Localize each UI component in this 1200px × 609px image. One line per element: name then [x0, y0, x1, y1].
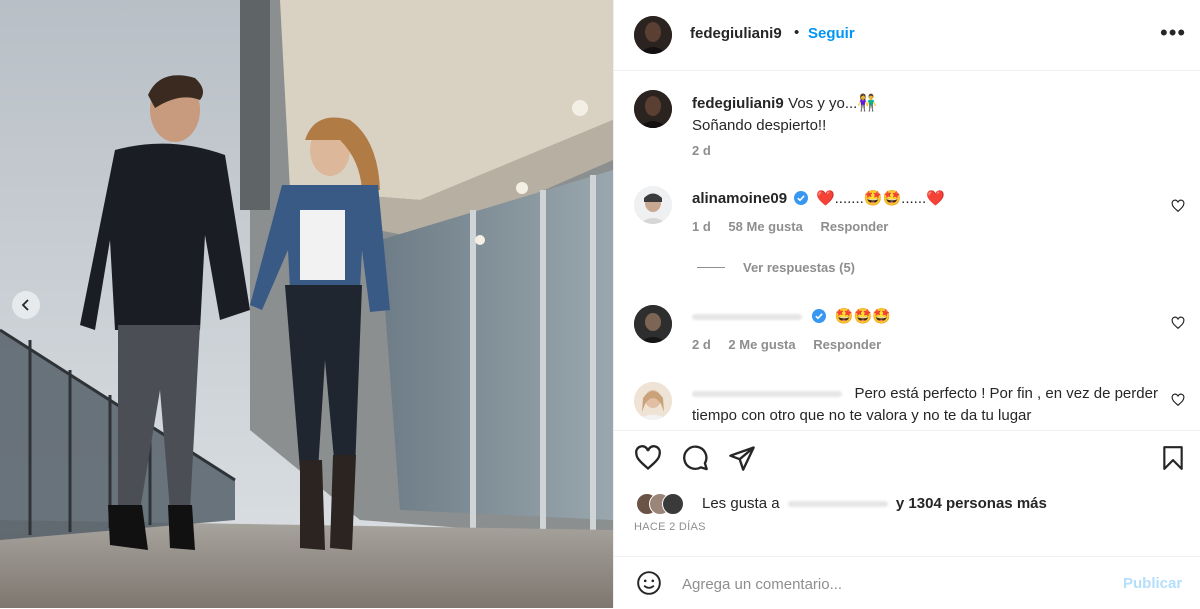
comment-avatar[interactable] [634, 382, 672, 420]
comment-text: 🤩🤩🤩 [834, 308, 891, 325]
heart-outline-icon[interactable] [1171, 393, 1185, 407]
photo-illustration [0, 0, 613, 608]
heart-outline-icon[interactable] [1171, 199, 1185, 213]
redacted-username [692, 313, 802, 320]
reply-button[interactable]: Responder [820, 219, 888, 234]
comment-meta: 2 d 2 Me gusta Responder [692, 337, 895, 352]
comment-body: alinamoine09 ❤️.......🤩🤩......❤️ [692, 188, 945, 210]
likes-prefix: Les gusta a [702, 495, 780, 512]
caption: fedegiuliani9 Vos y yo...👫 Soñando despi… [692, 93, 1172, 137]
follow-button[interactable]: Seguir [808, 25, 855, 42]
comment-meta: 1 d 58 Me gusta Responder [692, 219, 902, 234]
heart-outline-icon[interactable] [1171, 316, 1185, 330]
caption-username[interactable]: fedegiuliani9 [692, 95, 784, 112]
add-comment-bar: Publicar [614, 556, 1200, 609]
chevron-left-icon [21, 299, 29, 311]
avatar-image [634, 90, 672, 128]
caption-meta: 2 d [692, 143, 725, 158]
post-timestamp[interactable]: HACE 2 DÍAS [634, 521, 706, 533]
comment-username[interactable]: alinamoine09 [692, 190, 787, 207]
emoji-smiley-icon[interactable] [636, 570, 662, 596]
comment-avatar[interactable] [634, 305, 672, 343]
post-photo[interactable] [0, 0, 613, 608]
comment-body: 🤩🤩🤩 [692, 306, 891, 328]
reply-button[interactable]: Responder [813, 337, 881, 352]
comment-input[interactable] [680, 572, 1104, 596]
redacted-username [692, 390, 842, 397]
avatar-image [634, 305, 672, 343]
caption-avatar[interactable] [634, 90, 672, 128]
comment-bubble-icon[interactable] [681, 444, 709, 472]
redacted-liker [787, 501, 888, 508]
separator-dot: • [794, 24, 800, 41]
caption-text-line2: Soñando despierto!! [692, 117, 827, 134]
more-options-icon[interactable]: ••• [1160, 22, 1186, 44]
caption-time[interactable]: 2 d [692, 143, 711, 158]
post-side-panel: fedegiuliani9 • Seguir ••• fedegiuliani9… [613, 0, 1200, 608]
likes-count[interactable]: y 1304 personas más [896, 495, 1047, 512]
comment-likes[interactable]: 2 Me gusta [728, 337, 795, 352]
comment-body: Pero está perfecto ! Por fin , en vez de… [692, 383, 1162, 427]
view-replies-label: Ver respuestas (5) [743, 260, 856, 275]
avatar-image [634, 186, 672, 224]
liker-avatar [662, 493, 684, 515]
avatar-image [634, 16, 672, 54]
liked-by-avatars [636, 493, 696, 515]
likes-summary[interactable]: Les gusta a y 1304 personas más [702, 495, 1047, 512]
like-heart-icon[interactable] [634, 444, 662, 472]
author-username[interactable]: fedegiuliani9 [690, 25, 782, 42]
share-paper-plane-icon[interactable] [728, 444, 756, 472]
carousel-prev-button[interactable] [12, 291, 40, 319]
comment-text: ❤️.......🤩🤩......❤️ [815, 190, 945, 207]
comment-likes[interactable]: 58 Me gusta [728, 219, 802, 234]
author-avatar[interactable] [634, 16, 672, 54]
verified-badge-icon [793, 191, 808, 205]
publish-button[interactable]: Publicar [1123, 575, 1182, 592]
view-replies-button[interactable]: Ver respuestas (5) [697, 260, 855, 275]
replies-divider [697, 267, 725, 268]
save-bookmark-icon[interactable] [1160, 444, 1186, 472]
caption-text: Vos y yo... [788, 95, 858, 112]
comment-time[interactable]: 1 d [692, 219, 711, 234]
avatar-image [634, 382, 672, 420]
comments-list[interactable]: fedegiuliani9 Vos y yo...👫 Soñando despi… [614, 71, 1200, 429]
post-header: fedegiuliani9 • Seguir ••• [614, 0, 1200, 71]
couple-emoji: 👫 [857, 95, 878, 112]
comment-time[interactable]: 2 d [692, 337, 711, 352]
comment-avatar[interactable] [634, 186, 672, 224]
verified-badge-icon [812, 309, 827, 323]
